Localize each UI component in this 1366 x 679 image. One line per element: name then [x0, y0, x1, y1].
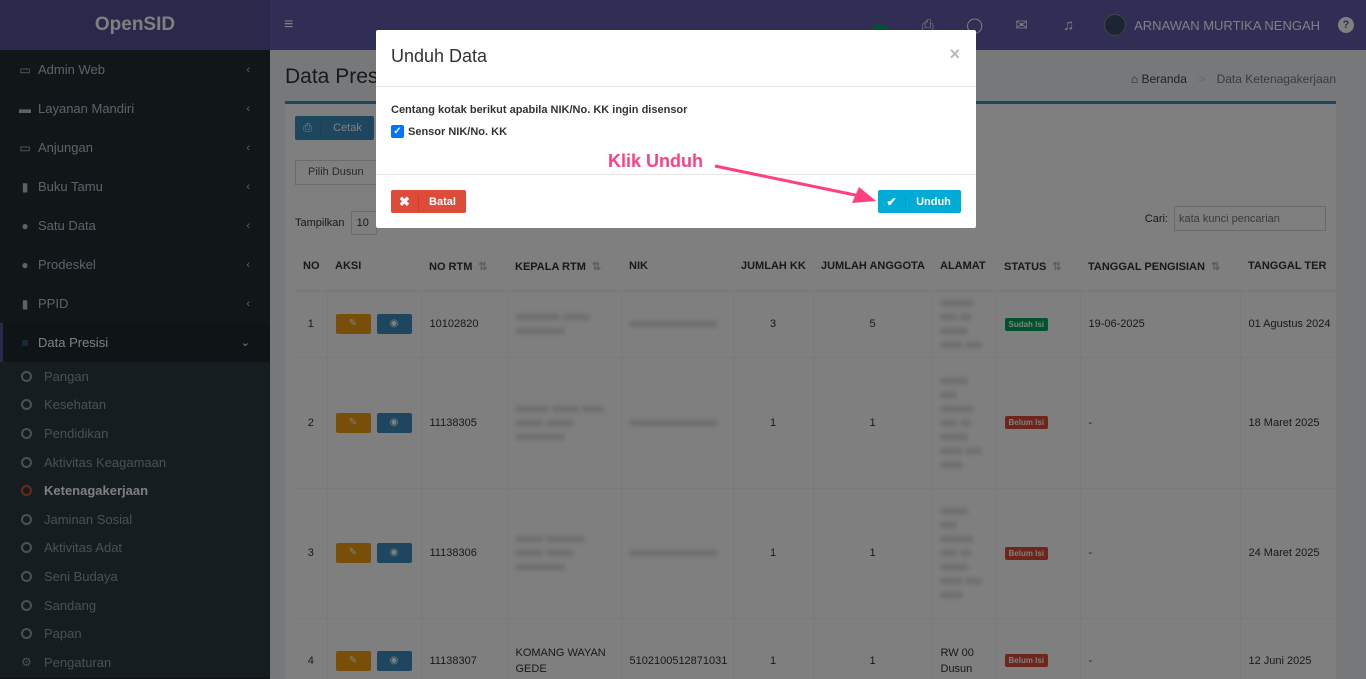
sensor-checkbox-row[interactable]: ✓ Sensor NIK/No. KK [391, 125, 961, 138]
unduh-button[interactable]: ✔ Unduh [878, 190, 961, 213]
check-icon: ✔ [878, 194, 906, 209]
close-icon: ✖ [391, 193, 419, 210]
unduh-label: Unduh [916, 195, 951, 208]
annotation-label: Klik Unduh [608, 151, 703, 171]
modal-description: Centang kotak berikut apabila NIK/No. KK… [391, 104, 688, 116]
sensor-checkbox[interactable]: ✓ [391, 125, 404, 138]
unduh-data-modal: Unduh Data × Centang kotak berikut apabi… [376, 30, 976, 228]
modal-header: Unduh Data × [376, 30, 976, 87]
close-icon[interactable]: × [949, 44, 960, 65]
batal-label: Batal [429, 195, 456, 208]
modal-title: Unduh Data [391, 46, 488, 66]
sensor-checkbox-label[interactable]: Sensor NIK/No. KK [408, 126, 507, 138]
batal-button[interactable]: ✖ Batal [391, 190, 466, 213]
